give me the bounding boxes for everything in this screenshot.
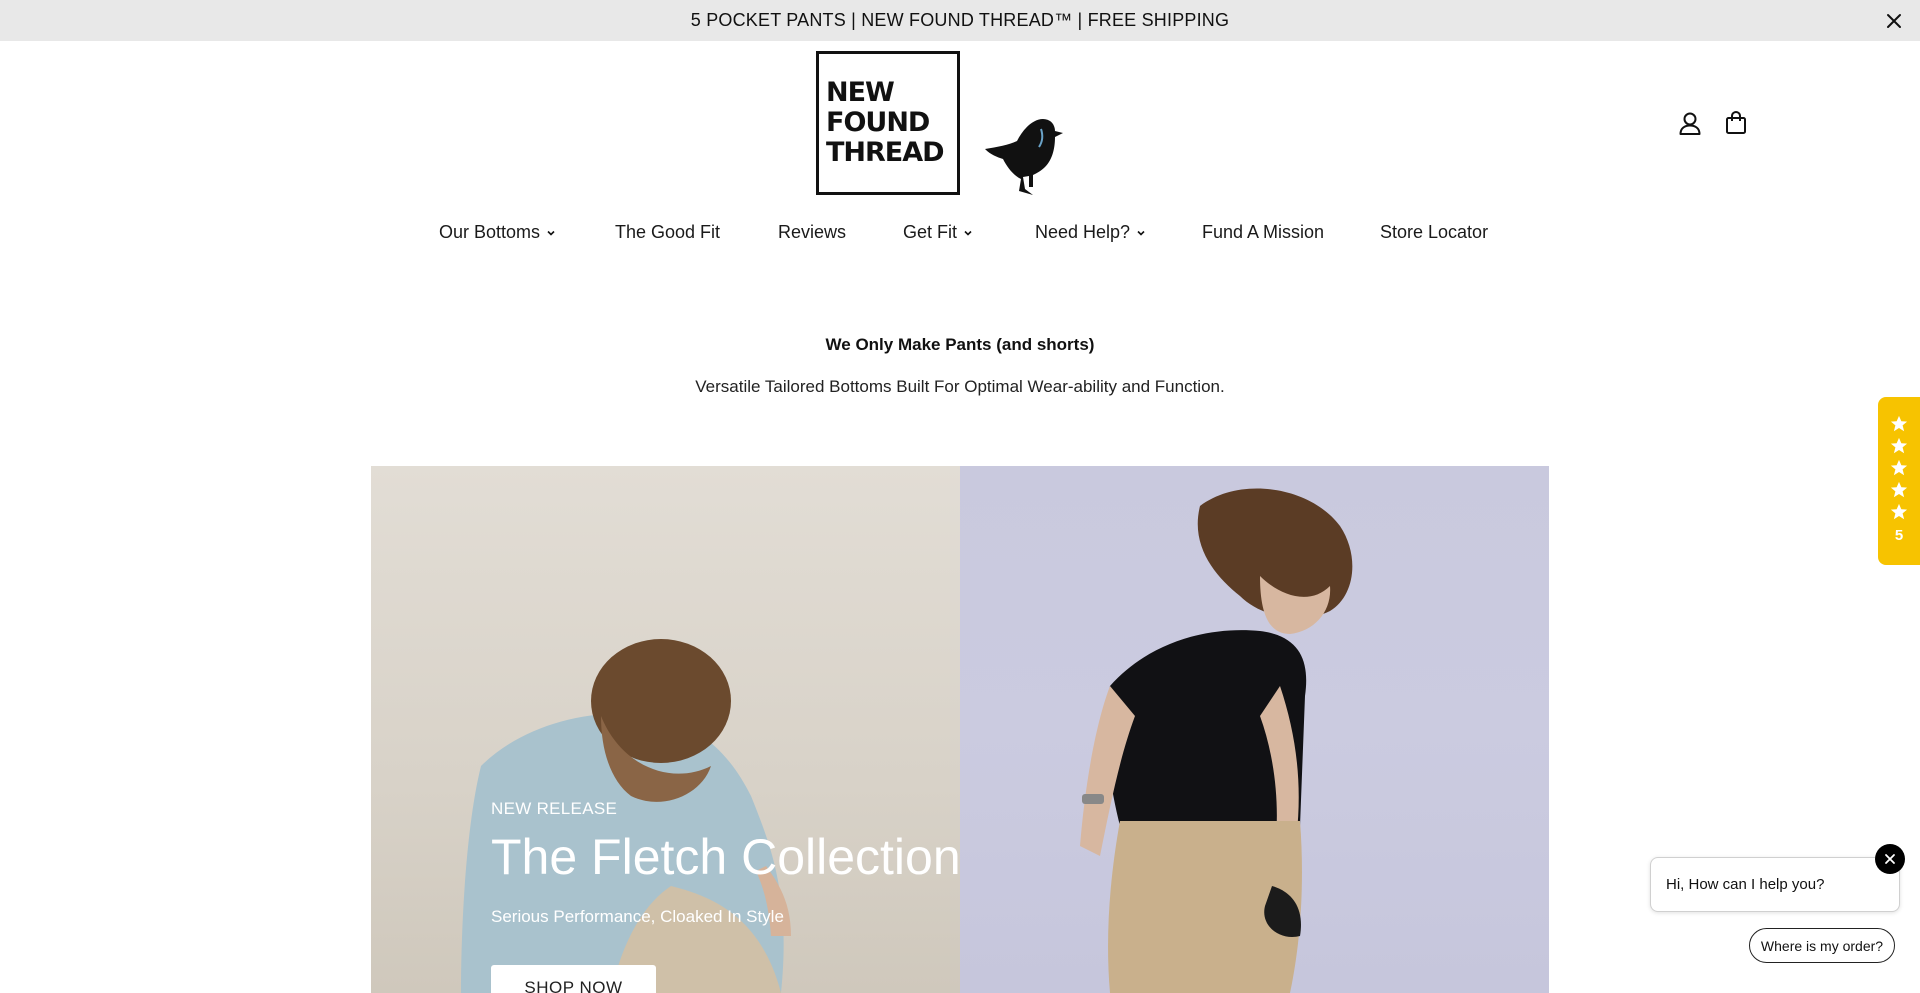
nav-item-label: Fund A Mission <box>1202 222 1325 242</box>
nav-item-our-bottoms[interactable]: Our Bottoms <box>439 222 556 243</box>
reviews-count: 5 <box>1894 527 1904 544</box>
chat-greeting-bubble[interactable]: Hi, How can I help you? <box>1650 857 1900 912</box>
chat-greeting-text: Hi, How can I help you? <box>1666 876 1825 893</box>
star-icon <box>1890 415 1908 432</box>
nav-item-fund-a-mission[interactable]: Fund A Mission <box>1202 222 1324 243</box>
logo-line-2: FOUND <box>826 107 930 138</box>
nav-item-label: Store Locator <box>1380 222 1489 242</box>
close-icon[interactable] <box>1882 9 1906 33</box>
nav-item-the-good-fit[interactable]: The Good Fit <box>615 222 720 243</box>
intro-subheading: Versatile Tailored Bottoms Built For Opt… <box>695 377 1225 396</box>
nav-item-get-fit[interactable]: Get Fit <box>903 222 973 243</box>
chevron-down-icon <box>964 230 972 236</box>
close-icon[interactable] <box>1875 844 1905 874</box>
logo-wordmark: NEW FOUND THREAD <box>816 51 960 195</box>
shopping-bag-icon[interactable] <box>1723 110 1749 136</box>
model-standing-image <box>1080 488 1353 993</box>
nav-item-label: The Good Fit <box>615 222 721 242</box>
star-icon <box>1890 503 1908 520</box>
chevron-down-icon <box>547 230 555 236</box>
nav-item-label: Reviews <box>778 222 847 242</box>
reviews-tab[interactable]: 5 <box>1878 397 1920 565</box>
nav-item-store-locator[interactable]: Store Locator <box>1380 222 1488 243</box>
star-icon <box>1890 437 1908 454</box>
hero-copy: NEW RELEASE The Fletch Collection Seriou… <box>491 799 1011 927</box>
hero-eyebrow: NEW RELEASE <box>491 799 618 818</box>
announcement-text: 5 POCKET PANTS | NEW FOUND THREAD™ | FRE… <box>690 10 1230 30</box>
announcement-bar: 5 POCKET PANTS | NEW FOUND THREAD™ | FRE… <box>0 0 1920 41</box>
crow-icon <box>985 119 1063 195</box>
logo-line-3: THREAD <box>826 137 945 168</box>
hero-title: The Fletch Collection <box>491 829 961 885</box>
main-nav: Our Bottoms The Good Fit Reviews Get Fit… <box>0 222 1920 250</box>
nav-item-label: Our Bottoms <box>439 222 541 242</box>
logo-line-1: NEW <box>826 77 895 108</box>
hero-image-right <box>960 466 1549 993</box>
hero-subtitle: Serious Performance, Cloaked In Style <box>491 907 784 926</box>
nav-item-need-help[interactable]: Need Help? <box>1035 222 1146 243</box>
shop-now-button[interactable]: SHOP NOW <box>491 965 656 993</box>
chevron-down-icon <box>1137 230 1145 236</box>
star-icon <box>1890 459 1908 476</box>
nav-item-reviews[interactable]: Reviews <box>778 222 846 243</box>
nav-item-label: Get Fit <box>903 222 958 242</box>
site-logo[interactable]: NEW FOUND THREAD <box>816 51 1066 197</box>
nav-item-label: Need Help? <box>1035 222 1131 242</box>
intro-heading: We Only Make Pants (and shorts) <box>825 335 1095 354</box>
star-icon <box>1890 481 1908 498</box>
chat-quick-reply-button[interactable]: Where is my order? <box>1749 928 1895 963</box>
hero-banner[interactable]: NEW RELEASE The Fletch Collection Seriou… <box>371 466 1549 993</box>
user-icon[interactable] <box>1677 110 1703 136</box>
